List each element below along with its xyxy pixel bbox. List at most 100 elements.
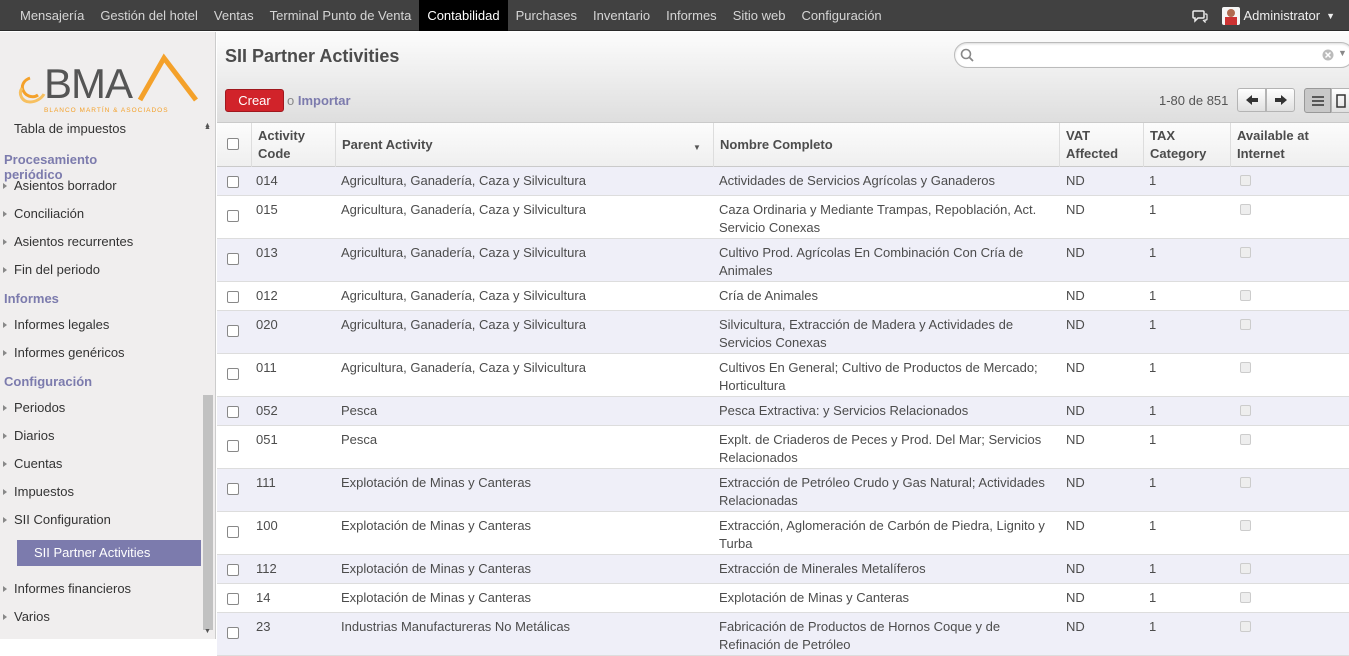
- menu-item-ventas[interactable]: Ventas: [206, 0, 262, 31]
- row-select-checkbox[interactable]: [227, 368, 239, 380]
- or-label: o: [287, 93, 295, 108]
- search-options-dropdown-icon[interactable]: ▼: [1338, 48, 1347, 58]
- menu-item-terminal-punto-de-venta[interactable]: Terminal Punto de Venta: [262, 0, 420, 31]
- user-menu[interactable]: Administrator ▼: [1221, 6, 1335, 25]
- sidebar-item-sii-partner-activities[interactable]: SII Partner Activities: [17, 540, 201, 566]
- table-row[interactable]: 100 Explotación de Minas y Canteras Extrac…: [217, 512, 1349, 555]
- sidebar-item-label: Varios: [14, 609, 50, 624]
- sidebar-item[interactable]: Informes legales: [0, 311, 200, 339]
- column-tax-category[interactable]: TAX Category: [1143, 123, 1230, 167]
- table-row[interactable]: 011 Agricultura, Ganadería, Caza y Silvic…: [217, 354, 1349, 397]
- table-row[interactable]: 014 Agricultura, Ganadería, Caza y Silvic…: [217, 167, 1349, 196]
- cell-tax-category: 1: [1149, 619, 1157, 634]
- cell-activity-code: 14: [256, 590, 271, 605]
- sidebar-item-label: Periodos: [14, 400, 66, 415]
- sidebar-item[interactable]: Informes financieros: [0, 575, 200, 603]
- menu-item-informes[interactable]: Informes: [658, 0, 725, 31]
- table-row[interactable]: 020 Agricultura, Ganadería, Caza y Silvic…: [217, 311, 1349, 354]
- table-row[interactable]: 013 Agricultura, Ganadería, Caza y Silvic…: [217, 239, 1349, 282]
- sidebar-item[interactable]: Impuestos: [0, 478, 200, 506]
- table-row[interactable]: 14 Explotación de Minas y Canteras Explota…: [217, 584, 1349, 613]
- clear-search-icon[interactable]: [1322, 49, 1334, 61]
- menu-item-mensajería[interactable]: Mensajería: [12, 0, 92, 31]
- table-row[interactable]: 112 Explotación de Minas y Canteras Extrac…: [217, 555, 1349, 584]
- column-header-label: VAT Affected: [1066, 128, 1119, 161]
- sidebar-item[interactable]: Asientos recurrentes: [0, 228, 200, 256]
- scroll-up-icon[interactable]: ▲: [204, 122, 211, 129]
- sidebar-item[interactable]: Varios: [0, 603, 200, 631]
- sidebar-item[interactable]: Conciliación: [0, 200, 200, 228]
- sidebar-scrollbar[interactable]: ▲ ▼: [202, 120, 214, 639]
- table-row[interactable]: 015 Agricultura, Ganadería, Caza y Silvic…: [217, 196, 1349, 239]
- sidebar-item[interactable]: Informes genéricos: [0, 339, 200, 367]
- form-view-button[interactable]: [1331, 88, 1349, 113]
- row-select-checkbox[interactable]: [227, 176, 239, 188]
- row-select-checkbox[interactable]: [227, 483, 239, 495]
- cell-tax-category: 1: [1149, 288, 1157, 303]
- main-menu: Mensajería Gestión del hotel Ventas Termina…: [12, 0, 890, 31]
- select-all-checkbox[interactable]: [227, 138, 239, 150]
- sidebar-item[interactable]: SII Configuration: [0, 506, 200, 534]
- row-select-checkbox[interactable]: [227, 440, 239, 452]
- table-row[interactable]: 052 Pesca Pesca Extractiva: y Servicios Re…: [217, 397, 1349, 426]
- cell-vat-affected: ND: [1066, 245, 1085, 260]
- column-activity-code[interactable]: Activity Code: [251, 123, 335, 167]
- pager-value[interactable]: 1-80 de 851: [1159, 93, 1228, 108]
- row-select-checkbox[interactable]: [227, 325, 239, 337]
- row-select-checkbox[interactable]: [227, 526, 239, 538]
- chat-icon[interactable]: [1191, 9, 1208, 23]
- next-page-button[interactable]: [1266, 88, 1295, 112]
- table-row[interactable]: 23 Industrias Manufactureras No Metálicas…: [217, 613, 1349, 656]
- available-internet-checkbox: [1240, 247, 1251, 258]
- cell-activity-code: 051: [256, 432, 278, 447]
- available-internet-checkbox: [1240, 621, 1251, 632]
- menu-item-configuración[interactable]: Configuración: [793, 0, 889, 31]
- menu-item-sitio-web[interactable]: Sitio web: [725, 0, 794, 31]
- column-vat-affected[interactable]: VAT Affected: [1059, 123, 1143, 167]
- cell-vat-affected: ND: [1066, 288, 1085, 303]
- cell-tax-category: 1: [1149, 317, 1157, 332]
- row-select-checkbox[interactable]: [227, 593, 239, 605]
- row-select-checkbox[interactable]: [227, 253, 239, 265]
- column-parent-activity[interactable]: Parent Activity ▼: [335, 123, 713, 167]
- sidebar-item[interactable]: Fin del periodo: [0, 256, 200, 284]
- cell-parent-activity: Agricultura, Ganadería, Caza y Silvicult…: [341, 288, 586, 303]
- table-row[interactable]: 012 Agricultura, Ganadería, Caza y Silvic…: [217, 282, 1349, 311]
- row-select-checkbox[interactable]: [227, 564, 239, 576]
- cell-vat-affected: ND: [1066, 360, 1085, 375]
- list-view-button[interactable]: [1304, 88, 1331, 113]
- sidebar-item[interactable]: Asientos borrador: [0, 172, 200, 200]
- menu-item-inventario[interactable]: Inventario: [585, 0, 658, 31]
- column-available-internet[interactable]: Available at Internet: [1230, 123, 1349, 167]
- expand-arrow-icon: [3, 405, 7, 411]
- form-icon: [1336, 94, 1346, 108]
- company-logo: BMA BLANCO MARTÍN & ASOCIADOS: [18, 53, 198, 114]
- menu-item-purchases[interactable]: Purchases: [508, 0, 585, 31]
- scroll-down-icon[interactable]: ▼: [204, 628, 211, 635]
- menu-item-gestión-del-hotel[interactable]: Gestión del hotel: [92, 0, 206, 31]
- menu-item-contabilidad[interactable]: Contabilidad: [419, 0, 508, 31]
- row-select-checkbox[interactable]: [227, 210, 239, 222]
- sidebar-item[interactable]: Tabla de impuestos: [0, 115, 200, 143]
- search-box[interactable]: ▼: [954, 42, 1349, 68]
- column-nombre-completo[interactable]: Nombre Completo: [713, 123, 1059, 167]
- sidebar-item[interactable]: Diarios: [0, 422, 200, 450]
- cell-nombre-completo: Explotación de Minas y Canteras: [719, 590, 910, 605]
- cell-activity-code: 011: [256, 360, 277, 375]
- previous-page-button[interactable]: [1237, 88, 1266, 112]
- import-link[interactable]: Importar: [298, 93, 351, 108]
- row-select-checkbox[interactable]: [227, 627, 239, 639]
- table-row[interactable]: 111 Explotación de Minas y Canteras Extrac…: [217, 469, 1349, 512]
- table-row[interactable]: 051 Pesca Explt. de Criaderos de Peces y P…: [217, 426, 1349, 469]
- cell-activity-code: 014: [256, 173, 278, 188]
- cell-nombre-completo: Extracción de Minerales Metalíferos: [719, 561, 926, 576]
- cell-parent-activity: Pesca: [341, 432, 378, 447]
- row-select-checkbox[interactable]: [227, 291, 239, 303]
- create-button[interactable]: Crear: [225, 89, 284, 112]
- search-input[interactable]: [977, 47, 1307, 63]
- sidebar-item[interactable]: Cuentas: [0, 450, 200, 478]
- scrollbar-thumb[interactable]: [203, 395, 213, 630]
- row-select-checkbox[interactable]: [227, 406, 239, 418]
- expand-arrow-icon: [3, 489, 7, 495]
- sidebar-item[interactable]: Periodos: [0, 394, 200, 422]
